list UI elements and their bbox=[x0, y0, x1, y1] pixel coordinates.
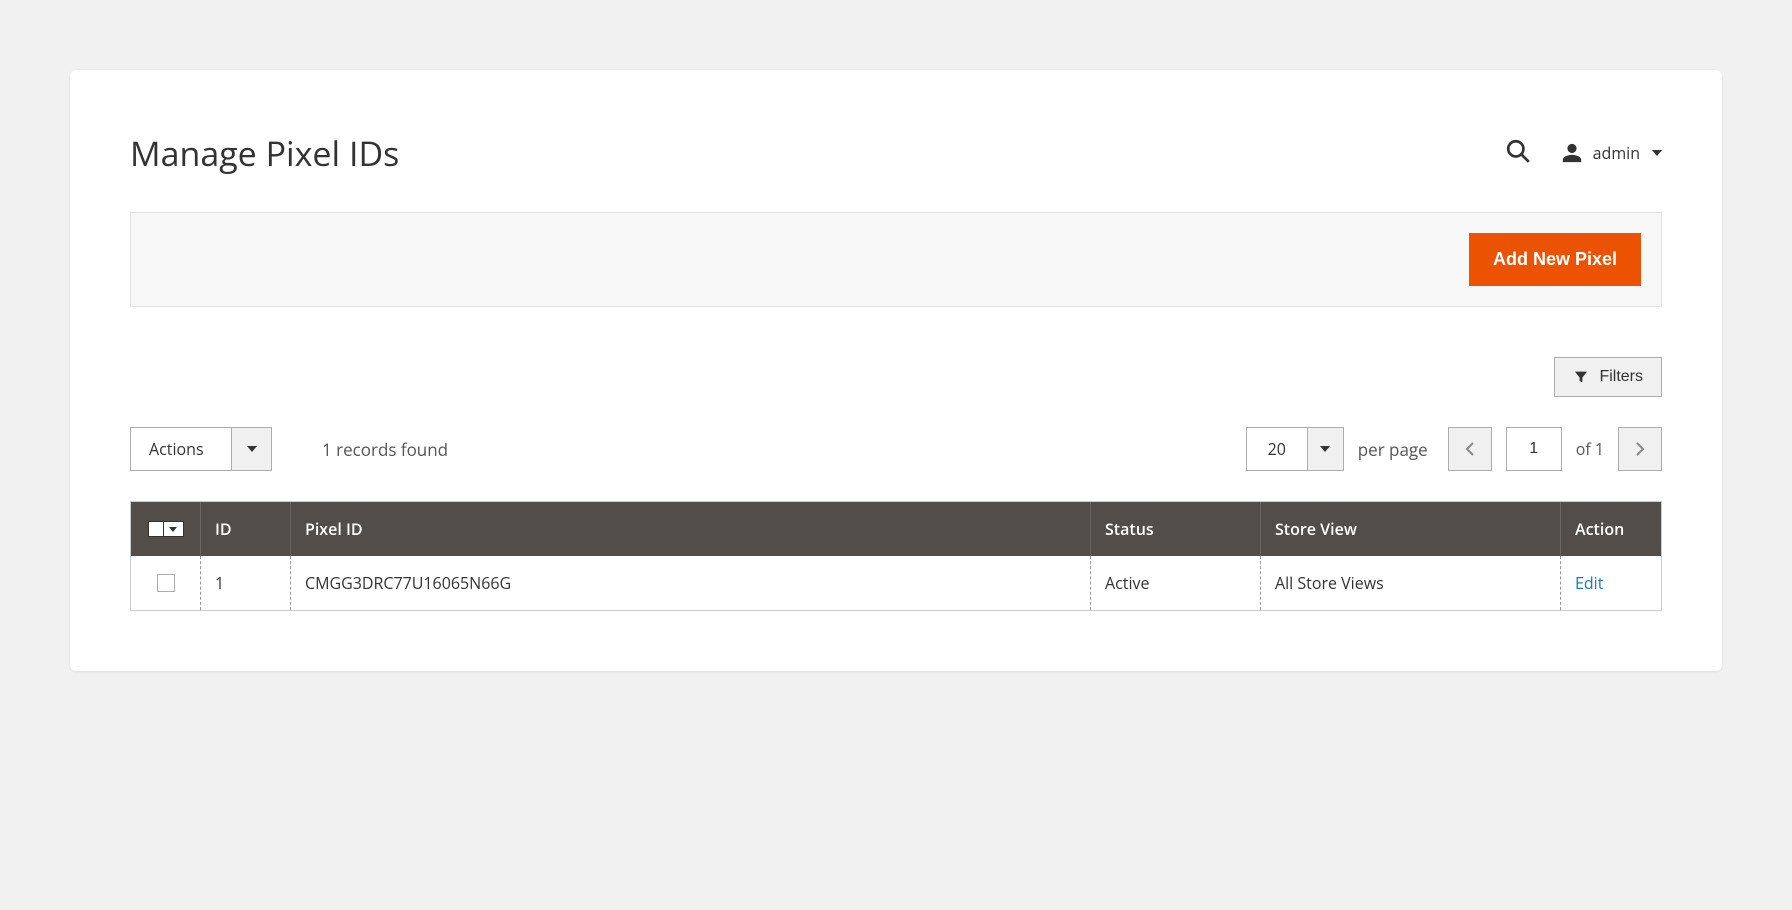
header-action: Action bbox=[1561, 502, 1661, 556]
mass-actions-select[interactable]: Actions bbox=[130, 427, 272, 471]
chevron-down-icon bbox=[1652, 150, 1662, 156]
toolbar-left: Actions 1 records found bbox=[130, 427, 448, 471]
header-checkbox-col bbox=[131, 502, 201, 556]
chevron-down-icon bbox=[1320, 446, 1330, 452]
action-bar: Add New Pixel bbox=[130, 212, 1662, 307]
records-found-text: 1 records found bbox=[322, 438, 448, 461]
per-page-group: 20 per page bbox=[1246, 427, 1428, 471]
per-page-value: 20 bbox=[1247, 428, 1307, 470]
grid-toolbar: Actions 1 records found 20 per page of 1 bbox=[130, 427, 1662, 471]
row-id: 1 bbox=[201, 556, 291, 610]
main-card: Manage Pixel IDs admin Add New Pixel Fil… bbox=[70, 70, 1722, 671]
page-total-text: of 1 bbox=[1576, 438, 1604, 460]
filter-row: Filters bbox=[130, 357, 1662, 397]
header-store-view[interactable]: Store View bbox=[1261, 502, 1561, 556]
next-page-button[interactable] bbox=[1618, 427, 1662, 471]
prev-page-button[interactable] bbox=[1448, 427, 1492, 471]
add-new-pixel-button[interactable]: Add New Pixel bbox=[1469, 233, 1641, 286]
actions-label: Actions bbox=[131, 428, 231, 470]
toolbar-right: 20 per page of 1 bbox=[1246, 427, 1662, 471]
row-checkbox[interactable] bbox=[157, 574, 175, 592]
row-action-cell: Edit bbox=[1561, 556, 1661, 610]
admin-user-menu[interactable]: admin bbox=[1561, 142, 1662, 164]
filters-label: Filters bbox=[1599, 368, 1643, 386]
search-icon[interactable] bbox=[1505, 138, 1531, 169]
select-all-dropdown[interactable] bbox=[164, 521, 184, 537]
pixel-grid: ID Pixel ID Status Store View Action 1 C… bbox=[130, 501, 1662, 611]
row-pixel-id: CMGG3DRC77U16065N66G bbox=[291, 556, 1091, 610]
header-id[interactable]: ID bbox=[201, 502, 291, 556]
actions-dropdown-toggle[interactable] bbox=[231, 428, 271, 470]
current-page-input[interactable] bbox=[1506, 427, 1562, 471]
edit-link[interactable]: Edit bbox=[1575, 572, 1603, 594]
select-all-checkbox[interactable] bbox=[148, 521, 184, 537]
header-actions: admin bbox=[1505, 138, 1662, 169]
grid-header-row: ID Pixel ID Status Store View Action bbox=[131, 502, 1661, 556]
per-page-dropdown-toggle[interactable] bbox=[1307, 428, 1343, 470]
row-status: Active bbox=[1091, 556, 1261, 610]
row-store-view: All Store Views bbox=[1261, 556, 1561, 610]
funnel-icon bbox=[1573, 369, 1589, 385]
header-status[interactable]: Status bbox=[1091, 502, 1261, 556]
chevron-right-icon bbox=[1634, 441, 1646, 457]
chevron-down-icon bbox=[169, 527, 177, 532]
chevron-left-icon bbox=[1464, 441, 1476, 457]
admin-username: admin bbox=[1593, 142, 1640, 164]
checkbox-icon bbox=[148, 521, 164, 537]
per-page-select[interactable]: 20 bbox=[1246, 427, 1344, 471]
page-header: Manage Pixel IDs admin bbox=[130, 130, 1662, 176]
page-title: Manage Pixel IDs bbox=[130, 130, 399, 176]
filters-button[interactable]: Filters bbox=[1554, 357, 1662, 397]
table-row: 1 CMGG3DRC77U16065N66G Active All Store … bbox=[131, 556, 1661, 610]
row-checkbox-cell bbox=[131, 556, 201, 610]
chevron-down-icon bbox=[247, 446, 257, 452]
per-page-label: per page bbox=[1358, 438, 1428, 461]
header-pixel-id[interactable]: Pixel ID bbox=[291, 502, 1091, 556]
pagination: of 1 bbox=[1448, 427, 1662, 471]
